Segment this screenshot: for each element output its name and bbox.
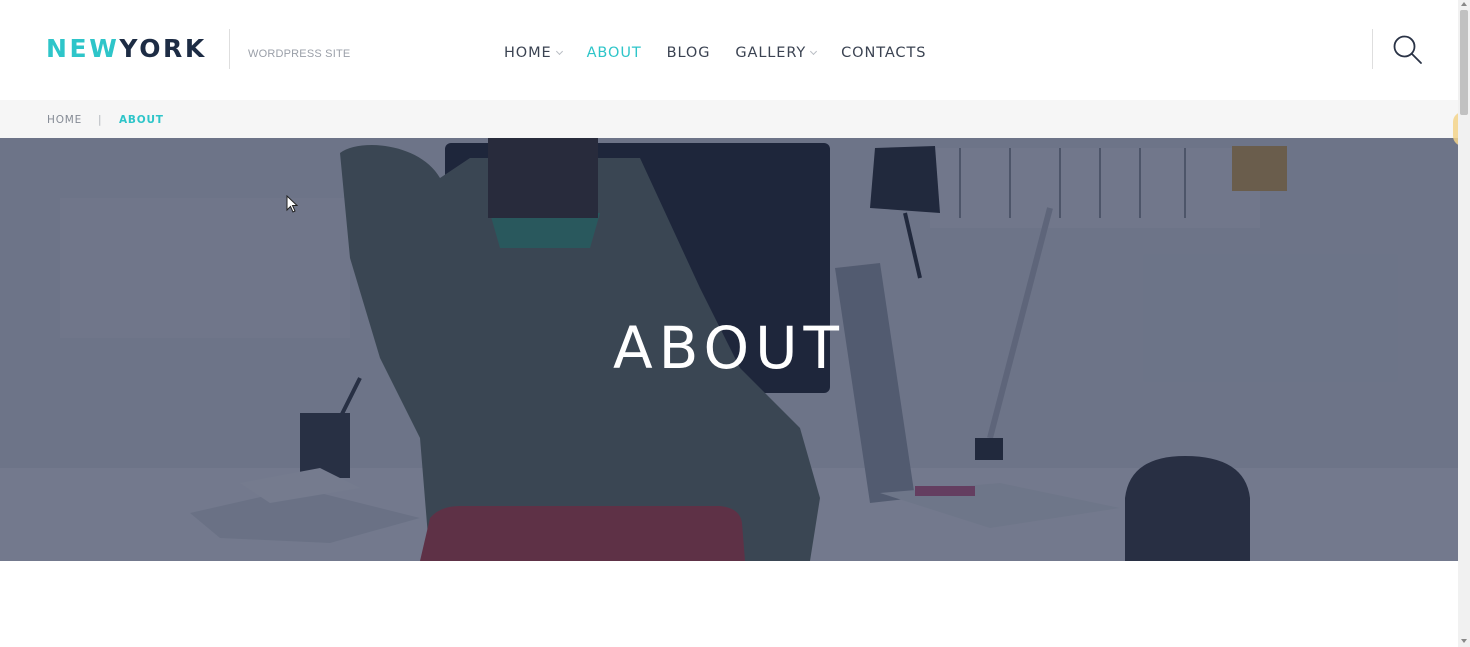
nav-item-blog[interactable]: BLOG [667, 45, 711, 61]
search-divider [1372, 29, 1373, 69]
breadcrumb: HOME | ABOUT [0, 100, 1458, 138]
breadcrumb-current: ABOUT [119, 114, 164, 126]
site-header: NEWYORK WORDPRESS SITE HOME ABOUT BLOG G… [0, 0, 1458, 100]
nav-item-gallery[interactable]: GALLERY [735, 45, 818, 61]
mouse-cursor-icon [286, 195, 298, 213]
hero-banner: ABOUT [0, 138, 1458, 561]
chevron-down-icon [810, 47, 818, 55]
logo-main-text: YORK [119, 34, 207, 63]
site-tagline: WORDPRESS SITE [248, 48, 351, 60]
search-icon [1393, 35, 1422, 64]
scroll-thumb[interactable] [1460, 10, 1468, 115]
site-logo[interactable]: NEWYORK [46, 33, 207, 65]
nav-item-about[interactable]: ABOUT [587, 45, 642, 61]
nav-item-label: BLOG [666, 45, 711, 61]
page-title: ABOUT [613, 314, 845, 382]
nav-item-label: GALLERY [735, 45, 807, 61]
scroll-down-icon[interactable] [1461, 639, 1467, 643]
breadcrumb-home-link[interactable]: HOME [47, 114, 82, 126]
search-button[interactable] [1391, 33, 1423, 65]
nav-item-contacts[interactable]: CONTACTS [841, 45, 926, 61]
main-nav: HOME ABOUT BLOG GALLERY CONTACTS [504, 43, 951, 63]
nav-item-label: CONTACTS [841, 45, 927, 61]
scrollbar[interactable] [1458, 0, 1470, 647]
logo-divider [229, 29, 230, 69]
nav-item-label: ABOUT [586, 45, 642, 61]
chevron-down-icon [555, 47, 563, 55]
nav-item-label: HOME [504, 45, 552, 61]
breadcrumb-separator: | [98, 114, 103, 126]
scroll-up-icon[interactable] [1461, 2, 1467, 6]
nav-item-home[interactable]: HOME [504, 45, 563, 61]
logo-accent-text: NEW [46, 34, 120, 63]
